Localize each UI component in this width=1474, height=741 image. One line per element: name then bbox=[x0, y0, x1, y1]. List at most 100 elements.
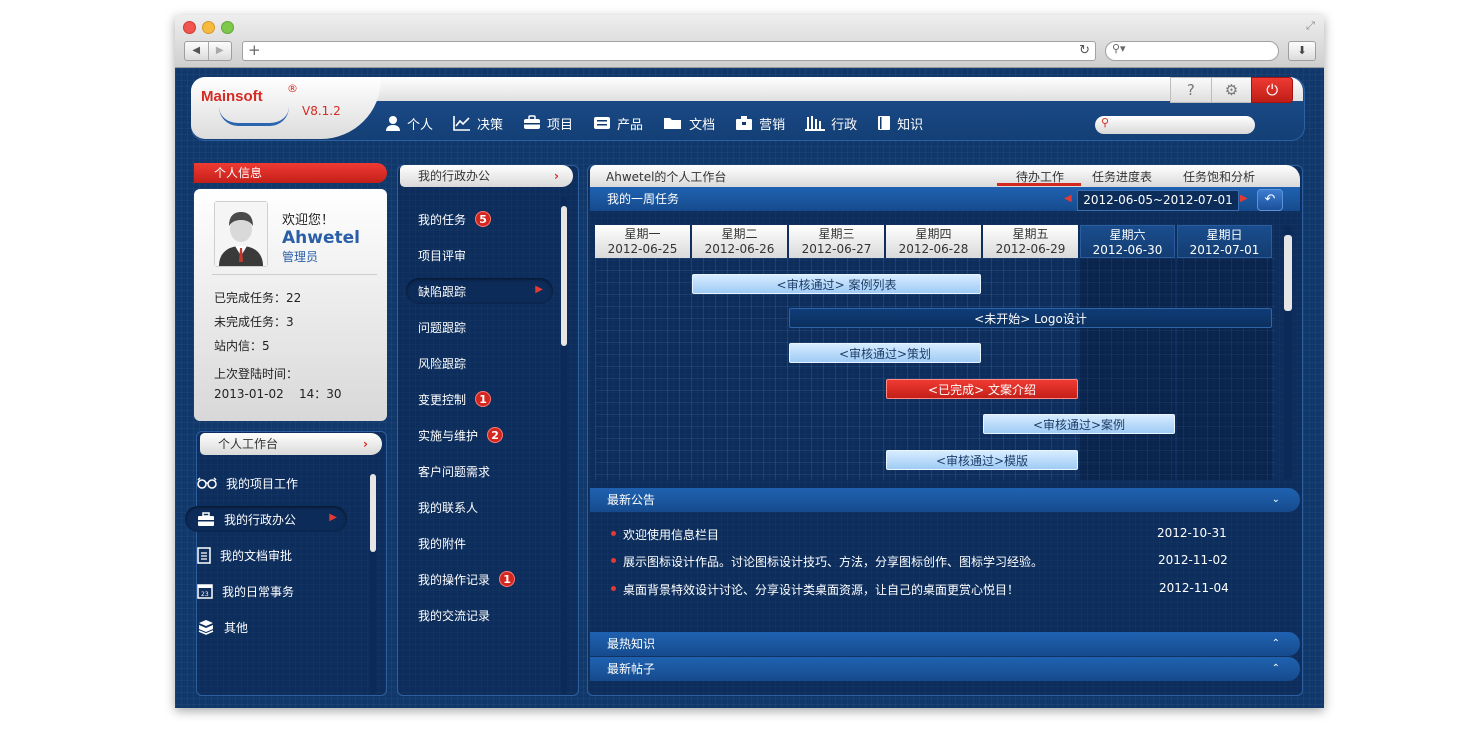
announcements-title: 最新公告 bbox=[607, 493, 656, 507]
avatar[interactable] bbox=[214, 201, 268, 267]
nav-label: 产品 bbox=[617, 117, 644, 133]
admin-scrollbar[interactable] bbox=[561, 196, 567, 694]
tab-saturation[interactable]: 任务饱和分析 bbox=[1183, 168, 1255, 185]
power-icon[interactable]: ⏻ bbox=[1251, 77, 1294, 103]
active-tab-indicator bbox=[997, 183, 1081, 186]
day-header: 星期四 2012-06-28 bbox=[886, 225, 981, 258]
workspace-item-daily[interactable]: 23 我的日常事务 bbox=[197, 579, 357, 603]
boxes-icon bbox=[198, 619, 214, 635]
plus-icon[interactable]: + bbox=[248, 41, 261, 59]
workspace-item-other[interactable]: 其他 bbox=[197, 615, 357, 639]
task-bar[interactable]: <审核通过>策划 bbox=[789, 343, 981, 363]
zoom-window-button[interactable] bbox=[221, 21, 234, 34]
task-bar[interactable]: <审核通过>模版 bbox=[886, 450, 1078, 470]
chevron-down-icon[interactable]: ⌄ bbox=[1272, 488, 1280, 512]
date-range[interactable]: 2012-06-05~2012-07-01 bbox=[1077, 190, 1239, 211]
search-icon: ⚲▾ bbox=[1112, 42, 1126, 55]
version-label: V8.1.2 bbox=[302, 104, 341, 118]
briefcase-icon bbox=[524, 115, 541, 129]
admin-item-my-tasks[interactable]: 我的任务 5 bbox=[418, 208, 492, 230]
nav-item-knowledge[interactable]: 知识 bbox=[877, 111, 923, 135]
nav-label: 项目 bbox=[547, 117, 574, 133]
latest-posts-header[interactable]: 最新帖子 ⌃ bbox=[590, 657, 1300, 681]
nav-item-project[interactable]: 项目 bbox=[523, 111, 573, 135]
admin-item-attachments[interactable]: 我的附件 bbox=[418, 532, 466, 554]
nav-item-admin[interactable]: 行政 bbox=[805, 111, 857, 135]
workspace-title[interactable]: 个人工作台 › bbox=[200, 433, 382, 455]
close-window-button[interactable] bbox=[183, 21, 196, 34]
nav-item-marketing[interactable]: 营销 bbox=[735, 111, 785, 135]
workspace-item-doc-approval[interactable]: 我的文档审批 bbox=[197, 543, 357, 567]
scrollbar-thumb[interactable] bbox=[561, 206, 567, 346]
scrollbar-thumb[interactable] bbox=[1284, 235, 1292, 311]
admin-item-label: 我的任务 bbox=[418, 212, 467, 227]
gear-icon[interactable]: ⚙ bbox=[1210, 77, 1253, 103]
admin-item-label: 变更控制 bbox=[418, 392, 467, 407]
admin-item-communication-log[interactable]: 我的交流记录 bbox=[418, 604, 490, 626]
browser-search-field[interactable]: ⚲▾ bbox=[1105, 41, 1279, 61]
forward-arrow-icon[interactable]: ▶ bbox=[207, 42, 232, 60]
admin-item-issue-tracking[interactable]: 问题跟踪 bbox=[418, 316, 466, 338]
day-date: 2012-06-25 bbox=[607, 242, 678, 256]
product-icon bbox=[594, 117, 611, 129]
tab-progress[interactable]: 任务进度表 bbox=[1092, 168, 1152, 185]
admin-panel-title-label: 我的行政办公 bbox=[418, 169, 491, 183]
task-bar[interactable]: <审核通过>案例 bbox=[983, 414, 1175, 434]
announcement-item[interactable]: 欢迎使用信息栏目 bbox=[611, 526, 719, 543]
task-bar[interactable]: <已完成> 文案介绍 bbox=[886, 379, 1078, 399]
day-date: 2012-06-27 bbox=[801, 242, 872, 256]
admin-item-change-control[interactable]: 变更控制 1 bbox=[418, 388, 492, 410]
announcement-item[interactable]: 桌面背景特效设计讨论、分享设计类桌面资源，让自己的桌面更赏心悦目！ bbox=[611, 581, 1019, 598]
nav-item-product[interactable]: 产品 bbox=[593, 111, 643, 135]
browser-window: ⤢ ◀ ▶ + ↻ ⚲▾ ⬇ Mainsoft ® V8.1.2 ? ⚙ ⏻ 个… bbox=[175, 15, 1324, 708]
calendar-icon: 23 bbox=[197, 584, 213, 599]
task-bar[interactable]: <审核通过> 案例列表 bbox=[692, 274, 981, 294]
app-area: Mainsoft ® V8.1.2 ? ⚙ ⏻ 个人 决策 项目 产品 文档 营… bbox=[175, 68, 1324, 708]
scrollbar-thumb[interactable] bbox=[370, 474, 376, 552]
day-header: 星期六 2012-06-30 bbox=[1080, 225, 1175, 258]
reload-icon[interactable]: ↻ bbox=[1079, 43, 1090, 58]
logo[interactable]: Mainsoft bbox=[201, 88, 263, 105]
workspace-item-admin-office[interactable]: 我的行政办公 bbox=[197, 507, 357, 531]
announcements-header[interactable]: 最新公告 ⌄ bbox=[590, 488, 1300, 512]
admin-item-project-review[interactable]: 项目评审 bbox=[418, 244, 466, 266]
admin-item-implementation[interactable]: 实施与维护 2 bbox=[418, 424, 504, 446]
announcement-item[interactable]: 展示图标设计作品。讨论图标设计技巧、方法，分享图标创作、图标学习经验。 bbox=[611, 553, 1043, 570]
workspace-scrollbar[interactable] bbox=[370, 474, 376, 694]
admin-item-defect-tracking[interactable]: 缺陷跟踪 bbox=[418, 280, 466, 302]
nav-item-decision[interactable]: 决策 bbox=[453, 111, 503, 135]
nav-item-personal[interactable]: 个人 bbox=[385, 111, 433, 135]
weekend-column bbox=[1080, 258, 1175, 480]
admin-item-customer-requests[interactable]: 客户问题需求 bbox=[418, 460, 490, 482]
hot-knowledge-title: 最热知识 bbox=[607, 637, 656, 651]
chevron-right-icon: › bbox=[363, 437, 368, 451]
day-header: 星期五 2012-06-29 bbox=[983, 225, 1078, 258]
admin-item-label: 我的联系人 bbox=[418, 500, 479, 515]
chevron-up-icon[interactable]: ⌃ bbox=[1272, 632, 1280, 656]
day-name: 星期二 bbox=[721, 227, 758, 241]
fullscreen-icon[interactable]: ⤢ bbox=[1306, 19, 1315, 33]
minimize-window-button[interactable] bbox=[202, 21, 215, 34]
help-icon[interactable]: ? bbox=[1170, 77, 1212, 103]
prev-week-icon[interactable]: ◀ bbox=[1064, 187, 1072, 211]
admin-panel-title[interactable]: 我的行政办公 › bbox=[400, 165, 573, 187]
hot-knowledge-header[interactable]: 最热知识 ⌃ bbox=[590, 632, 1300, 656]
downloads-icon[interactable]: ⬇ bbox=[1288, 41, 1316, 61]
chevron-up-icon[interactable]: ⌃ bbox=[1272, 657, 1280, 681]
workspace-item-projects[interactable]: 我的项目工作 bbox=[197, 471, 357, 495]
task-bar[interactable]: <未开始> Logo设计 bbox=[789, 308, 1272, 328]
next-week-icon[interactable]: ▶ bbox=[1240, 187, 1248, 211]
search-input[interactable]: ⚲ bbox=[1095, 116, 1255, 134]
count-badge: 2 bbox=[487, 427, 504, 443]
day-name: 星期三 bbox=[818, 227, 855, 241]
admin-item-operation-log[interactable]: 我的操作记录 1 bbox=[418, 568, 516, 590]
bullet-icon bbox=[611, 558, 616, 563]
history-buttons: ◀ ▶ bbox=[184, 41, 232, 61]
gantt-scrollbar[interactable] bbox=[1284, 225, 1292, 480]
admin-item-risk-tracking[interactable]: 风险跟踪 bbox=[418, 352, 466, 374]
admin-item-contacts[interactable]: 我的联系人 bbox=[418, 496, 478, 518]
address-bar[interactable]: + ↻ bbox=[242, 41, 1096, 61]
return-icon[interactable]: ↶ bbox=[1257, 189, 1283, 211]
nav-item-docs[interactable]: 文档 bbox=[663, 111, 715, 135]
back-arrow-icon[interactable]: ◀ bbox=[185, 42, 208, 60]
